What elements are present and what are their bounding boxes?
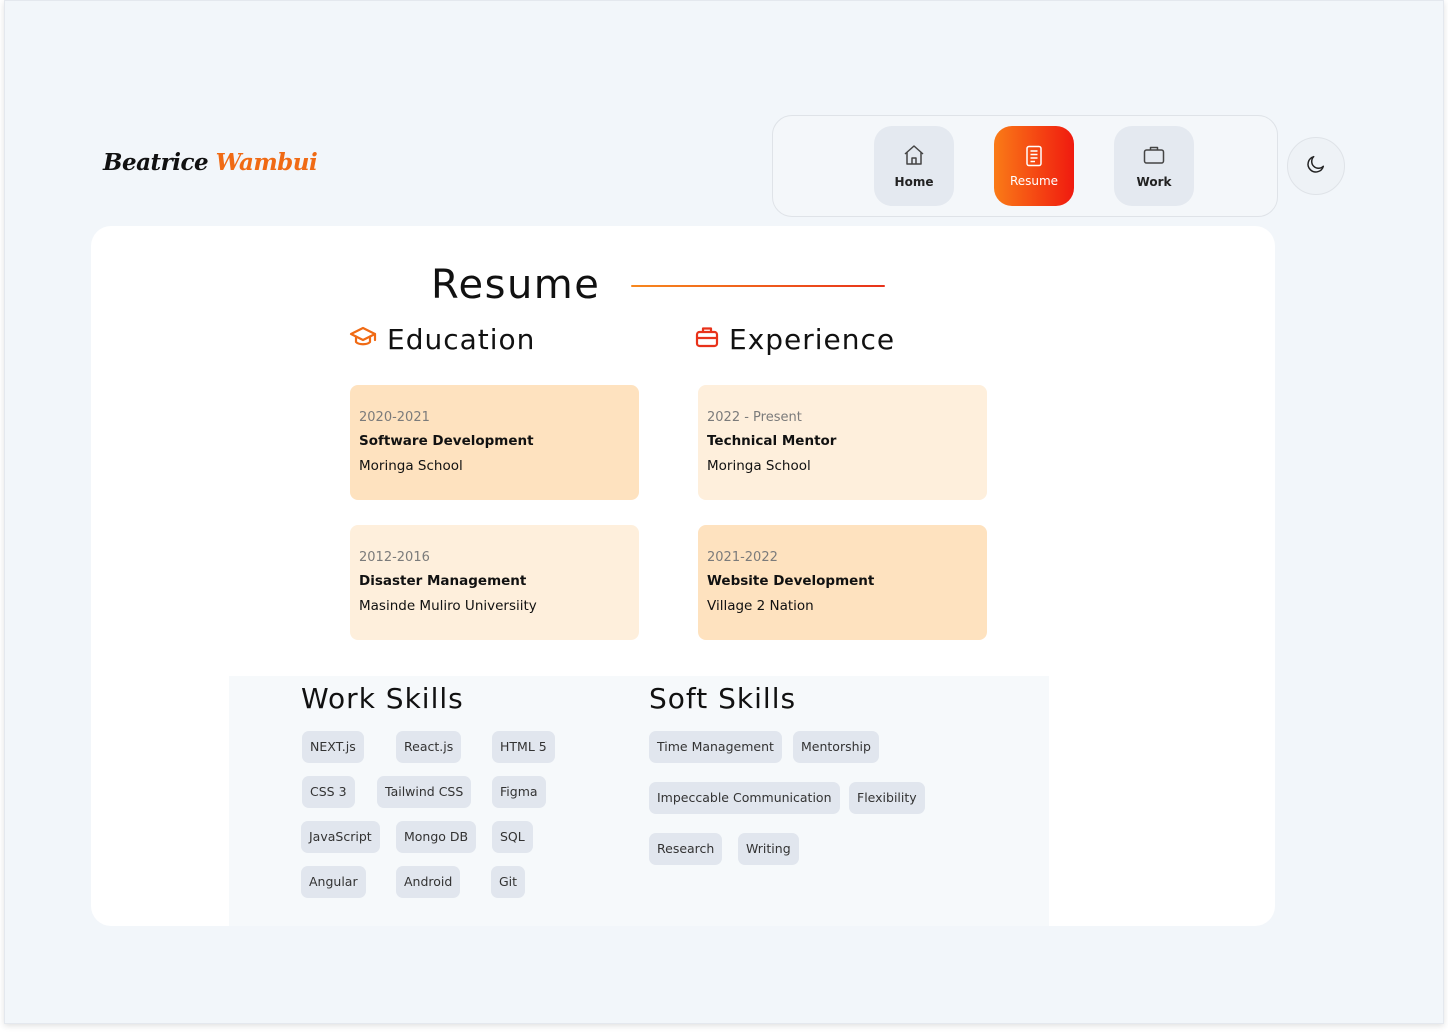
entry-role: Disaster Management xyxy=(359,573,527,589)
entry-period: 2020-2021 xyxy=(359,410,430,425)
theme-toggle-button[interactable] xyxy=(1287,137,1345,195)
experience-heading-text: Experience xyxy=(729,323,896,356)
title-underline xyxy=(631,285,885,287)
soft-skill-chip: Mentorship xyxy=(793,731,879,763)
work-skill-chip: Git xyxy=(491,866,526,898)
briefcase-icon xyxy=(695,323,719,356)
nav-resume-label: Resume xyxy=(1009,173,1059,188)
work-skill-chip: Angular xyxy=(301,866,366,898)
soft-skills-heading: Soft Skills xyxy=(649,682,797,715)
main-nav: Home Resume Work xyxy=(772,115,1278,217)
education-heading: Education xyxy=(349,323,535,356)
experience-heading: Experience xyxy=(695,323,895,356)
work-skill-chip: JavaScript xyxy=(301,821,380,853)
skills-section: Work Skills Soft Skills NEXT.js React.js… xyxy=(229,676,1049,926)
education-heading-text: Education xyxy=(387,323,536,356)
soft-skill-chip: Impeccable Communication xyxy=(649,782,840,814)
work-skill-chip: Tailwind CSS xyxy=(377,776,472,808)
soft-skill-chip: Writing xyxy=(738,833,799,865)
briefcase-icon xyxy=(1142,144,1166,175)
nav-work-label: Work xyxy=(1136,174,1172,189)
soft-skill-chip: Flexibility xyxy=(849,782,925,814)
page-frame: Beatrice Wambui Home Resume Work Resume … xyxy=(4,0,1444,1024)
nav-home-label: Home xyxy=(894,174,934,189)
nav-resume-button[interactable]: Resume xyxy=(994,126,1074,206)
work-skill-chip: HTML 5 xyxy=(492,731,555,763)
entry-period: 2012-2016 xyxy=(359,550,430,565)
resume-card: Resume Education Experience 2020-2021 So… xyxy=(91,226,1275,926)
entry-org: Moringa School xyxy=(359,458,463,474)
page-title: Resume xyxy=(431,262,601,308)
entry-role: Technical Mentor xyxy=(707,433,837,449)
brand-logo[interactable]: Beatrice Wambui xyxy=(103,149,318,176)
entry-period: 2022 - Present xyxy=(707,410,802,425)
brand-first-name: Beatrice xyxy=(103,149,209,176)
soft-skill-chip: Time Management xyxy=(649,731,782,763)
work-skill-chip: Mongo DB xyxy=(396,821,477,853)
experience-entry: 2021-2022 Website Development Village 2 … xyxy=(698,525,987,640)
nav-work-button[interactable]: Work xyxy=(1114,126,1194,206)
experience-entry: 2022 - Present Technical Mentor Moringa … xyxy=(698,385,987,500)
entry-org: Masinde Muliro Universiity xyxy=(359,598,537,614)
document-icon xyxy=(1025,145,1043,174)
work-skill-chip: SQL xyxy=(492,821,533,853)
work-skill-chip: Android xyxy=(396,866,461,898)
work-skill-chip: React.js xyxy=(396,731,462,763)
entry-period: 2021-2022 xyxy=(707,550,778,565)
soft-skill-chip: Research xyxy=(649,833,723,865)
brand-last-name: Wambui xyxy=(215,149,318,176)
education-entry: 2012-2016 Disaster Management Masinde Mu… xyxy=(350,525,639,640)
entry-org: Village 2 Nation xyxy=(707,598,814,614)
education-entry: 2020-2021 Software Development Moringa S… xyxy=(350,385,639,500)
entry-role: Software Development xyxy=(359,433,534,449)
work-skill-chip: CSS 3 xyxy=(302,776,355,808)
home-icon xyxy=(902,144,926,175)
graduation-cap-icon xyxy=(349,323,377,356)
nav-home-button[interactable]: Home xyxy=(874,126,954,206)
entry-role: Website Development xyxy=(707,573,875,589)
moon-icon xyxy=(1305,153,1327,179)
work-skill-chip: NEXT.js xyxy=(302,731,364,763)
work-skill-chip: Figma xyxy=(492,776,546,808)
entry-org: Moringa School xyxy=(707,458,811,474)
work-skills-heading: Work Skills xyxy=(301,682,464,715)
